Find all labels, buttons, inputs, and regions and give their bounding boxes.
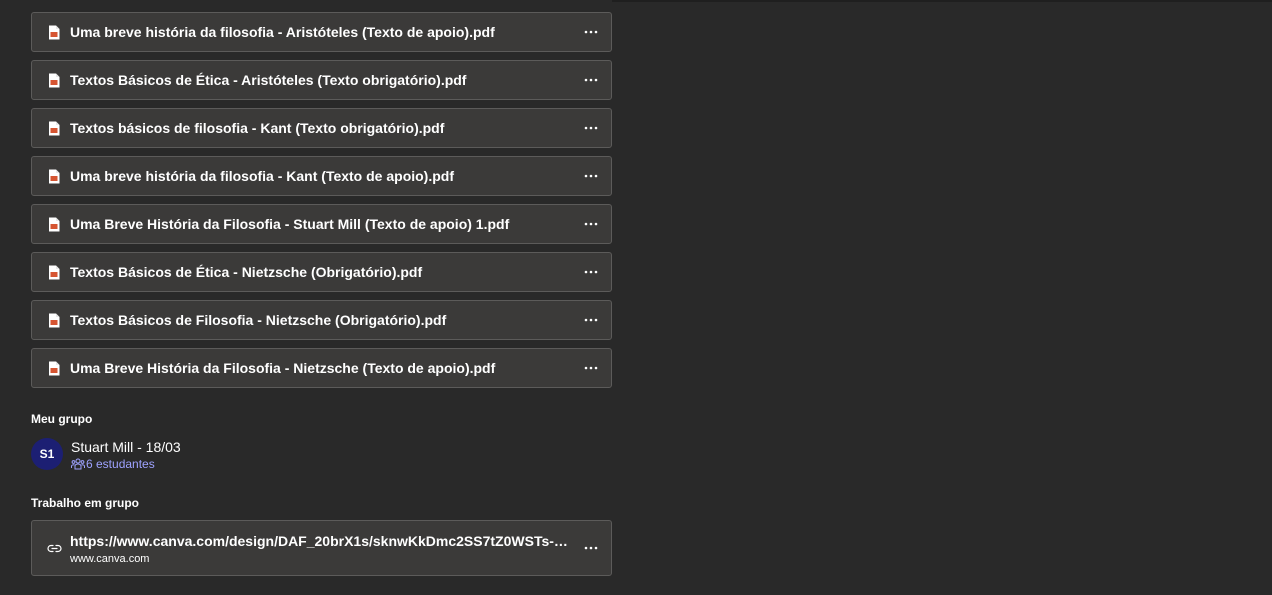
my-group: S1 Stuart Mill - 18/03 6 estudantes (31, 438, 181, 471)
more-options-button[interactable] (581, 262, 601, 282)
file-card[interactable]: Textos Básicos de Ética - Aristóteles (T… (31, 60, 612, 100)
group-work-heading: Trabalho em grupo (31, 496, 140, 510)
pdf-file-icon (49, 265, 60, 279)
group-info: Stuart Mill - 18/03 6 estudantes (71, 439, 181, 471)
file-name: Uma breve história da filosofia - Aristó… (70, 24, 495, 40)
group-work-link-card[interactable]: https://www.canva.com/design/DAF_20brX1s… (31, 520, 612, 576)
more-options-icon (584, 318, 598, 322)
pdf-file-icon (49, 217, 60, 231)
link-domain: www.canva.com (70, 553, 150, 565)
pdf-file-icon (49, 25, 60, 39)
more-options-icon (584, 270, 598, 274)
more-options-icon (584, 126, 598, 130)
file-name: Uma breve história da filosofia - Kant (… (70, 168, 455, 184)
more-options-icon (584, 546, 598, 550)
file-card[interactable]: Textos Básicos de Ética - Nietzsche (Obr… (31, 252, 612, 292)
attachment-list: Uma breve história da filosofia - Aristó… (31, 12, 612, 396)
file-name: Textos Básicos de Ética - Aristóteles (T… (70, 72, 467, 88)
pdf-file-icon (49, 73, 60, 87)
more-options-button[interactable] (581, 118, 601, 138)
more-options-icon (584, 174, 598, 178)
my-group-heading: Meu grupo (31, 412, 93, 426)
file-name: Textos Básicos de Ética - Nietzsche (Obr… (70, 264, 423, 280)
group-name: Stuart Mill - 18/03 (71, 439, 181, 455)
file-name: Textos Básicos de Filosofia - Nietzsche … (70, 312, 447, 328)
group-students-count: 6 estudantes (86, 457, 155, 471)
more-options-icon (584, 78, 598, 82)
file-card[interactable]: Uma breve história da filosofia - Aristó… (31, 12, 612, 52)
group-avatar: S1 (31, 438, 63, 470)
more-options-icon (584, 30, 598, 34)
link-url: https://www.canva.com/design/DAF_20brX1s… (70, 533, 576, 549)
link-icon (47, 544, 62, 553)
file-card[interactable]: Uma Breve História da Filosofia - Nietzs… (31, 348, 612, 388)
more-options-button[interactable] (581, 358, 601, 378)
file-card[interactable]: Uma Breve História da Filosofia - Stuart… (31, 204, 612, 244)
more-options-button[interactable] (581, 22, 601, 42)
more-options-icon (584, 222, 598, 226)
group-students-link[interactable]: 6 estudantes (71, 457, 181, 471)
file-card[interactable]: Textos básicos de filosofia - Kant (Text… (31, 108, 612, 148)
people-icon (71, 458, 85, 470)
file-card[interactable]: Textos Básicos de Filosofia - Nietzsche … (31, 300, 612, 340)
more-options-button[interactable] (581, 70, 601, 90)
file-name: Uma Breve História da Filosofia - Stuart… (70, 216, 510, 232)
file-name: Uma Breve História da Filosofia - Nietzs… (70, 360, 496, 376)
pdf-file-icon (49, 361, 60, 375)
more-options-icon (584, 366, 598, 370)
more-options-button[interactable] (581, 538, 601, 558)
file-name: Textos básicos de filosofia - Kant (Text… (70, 120, 445, 136)
more-options-button[interactable] (581, 166, 601, 186)
more-options-button[interactable] (581, 310, 601, 330)
file-card[interactable]: Uma breve história da filosofia - Kant (… (31, 156, 612, 196)
top-divider (612, 0, 1272, 2)
more-options-button[interactable] (581, 214, 601, 234)
pdf-file-icon (49, 169, 60, 183)
pdf-file-icon (49, 313, 60, 327)
pdf-file-icon (49, 121, 60, 135)
